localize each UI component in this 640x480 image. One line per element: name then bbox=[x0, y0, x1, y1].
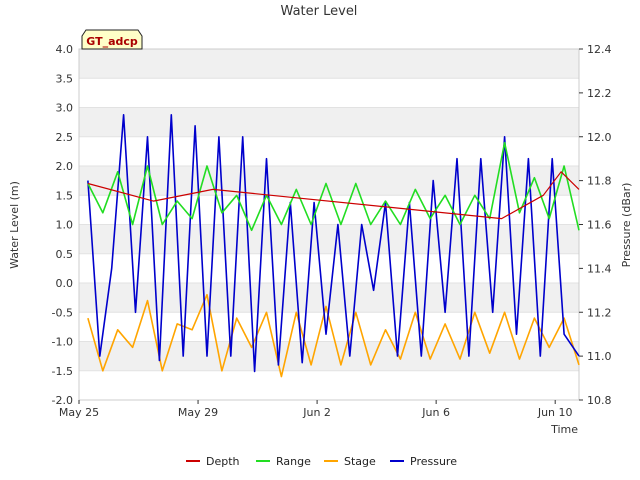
legend-label-depth: Depth bbox=[206, 455, 240, 468]
y-tick-label: 0.0 bbox=[56, 277, 74, 290]
y-tick-label: 2.5 bbox=[56, 131, 74, 144]
legend-label-range: Range bbox=[276, 455, 311, 468]
y-right-tick-label: 12.0 bbox=[587, 131, 612, 144]
legend-label-stage: Stage bbox=[344, 455, 376, 468]
y-tick-label: 0.5 bbox=[56, 248, 74, 261]
x-axis-label: Time bbox=[550, 423, 578, 436]
station-badge: GT_adcp bbox=[81, 29, 143, 50]
y-tick-label: 3.5 bbox=[56, 72, 74, 85]
y-tick-label: 2.0 bbox=[56, 160, 74, 173]
x-tick-label: Jun 10 bbox=[537, 406, 573, 419]
y-right-tick-label: 10.8 bbox=[587, 394, 612, 407]
y-right-tick-label: 11.8 bbox=[587, 175, 612, 188]
y-axis-left: -2.0-1.5-1.0-0.50.00.51.01.52.02.53.03.5… bbox=[52, 43, 73, 407]
y-right-tick-label: 12.4 bbox=[587, 43, 612, 56]
y-tick-label: -1.5 bbox=[52, 365, 73, 378]
y-tick-label: 4.0 bbox=[56, 43, 74, 56]
y-right-tick-label: 11.4 bbox=[587, 262, 612, 275]
y-right-tick-label: 11.6 bbox=[587, 219, 612, 232]
y-tick-label: 1.5 bbox=[56, 189, 74, 202]
y-axis-label: Water Level (m) bbox=[8, 181, 21, 269]
x-tick-label: May 29 bbox=[178, 406, 218, 419]
grid-band bbox=[79, 49, 579, 79]
grid-bands bbox=[79, 48, 579, 401]
y-right-tick-label: 11.0 bbox=[587, 350, 612, 363]
badge-label: GT_adcp bbox=[86, 35, 138, 48]
grid-band bbox=[79, 107, 579, 137]
grid-band bbox=[79, 341, 579, 371]
legend-label-pressure: Pressure bbox=[410, 455, 457, 468]
y-tick-label: -1.0 bbox=[52, 336, 73, 349]
legend: Depth Range Stage Pressure bbox=[186, 455, 457, 468]
y-axis-right: 10.8 11.0 11.2 11.4 11.6 11.8 12.0 12.2 12.4 bbox=[579, 43, 612, 407]
y-axis-right-label: Pressure (dBar) bbox=[620, 183, 633, 268]
y-tick-label: 3.0 bbox=[56, 102, 74, 115]
x-axis: May 25 May 29 Jun 2 Jun 6 Jun 10 bbox=[59, 400, 573, 419]
y-tick-label: -0.5 bbox=[52, 306, 73, 319]
y-right-tick-label: 11.2 bbox=[587, 306, 612, 319]
chart-title: Water Level bbox=[281, 4, 358, 19]
x-tick-label: May 25 bbox=[59, 406, 99, 419]
y-tick-label: 1.0 bbox=[56, 219, 74, 232]
x-tick-label: Jun 6 bbox=[421, 406, 450, 419]
x-tick-label: Jun 2 bbox=[302, 406, 331, 419]
y-right-tick-label: 12.2 bbox=[587, 87, 612, 100]
water-level-chart: -2.0-1.5-1.0-0.50.00.51.01.52.02.53.03.5… bbox=[8, 4, 633, 468]
